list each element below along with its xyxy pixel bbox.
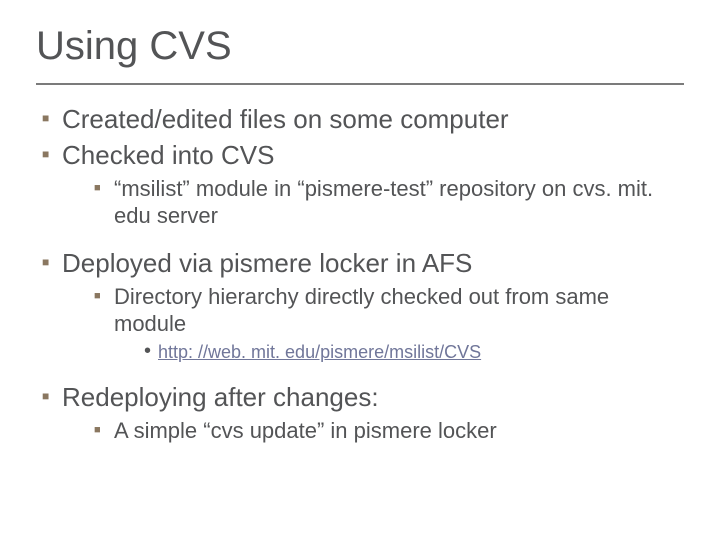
square-bullet-icon: ■ [42,103,62,135]
square-bullet-icon: ■ [94,175,114,229]
title-underline [36,83,684,85]
sub-bullet-item: ■ “msilist” module in “pismere-test” rep… [94,175,684,229]
square-bullet-icon: ■ [42,247,62,279]
bullet-text: Created/edited files on some computer [62,103,509,135]
sub-sub-bullet-text: http: //web. mit. edu/pismere/msilist/CV… [158,341,481,363]
bullet-text: Redeploying after changes: [62,381,379,413]
square-bullet-icon: ■ [42,139,62,171]
sub-bullet-item: ■ A simple “cvs update” in pismere locke… [94,417,684,444]
slide: Using CVS ■ Created/edited files on some… [0,0,720,540]
bullet-text: Deployed via pismere locker in AFS [62,247,472,279]
bullet-item: ■ Checked into CVS [42,139,684,171]
bullet-item: ■ Deployed via pismere locker in AFS [42,247,684,279]
square-bullet-icon: ■ [42,381,62,413]
bullet-text: Checked into CVS [62,139,274,171]
hyperlink[interactable]: http: //web. mit. edu/pismere/msilist/CV… [158,342,481,362]
sub-bullet-text: Directory hierarchy directly checked out… [114,283,684,337]
dot-bullet-icon: • [144,340,158,363]
slide-title: Using CVS [36,24,684,75]
spacer [36,367,684,377]
sub-sub-bullet-item: • http: //web. mit. edu/pismere/msilist/… [144,341,684,363]
sub-bullet-text: “msilist” module in “pismere-test” repos… [114,175,684,229]
square-bullet-icon: ■ [94,283,114,337]
sub-bullet-text: A simple “cvs update” in pismere locker [114,417,497,444]
bullet-item: ■ Created/edited files on some computer [42,103,684,135]
spacer [36,233,684,243]
sub-bullet-item: ■ Directory hierarchy directly checked o… [94,283,684,337]
bullet-item: ■ Redeploying after changes: [42,381,684,413]
square-bullet-icon: ■ [94,417,114,444]
